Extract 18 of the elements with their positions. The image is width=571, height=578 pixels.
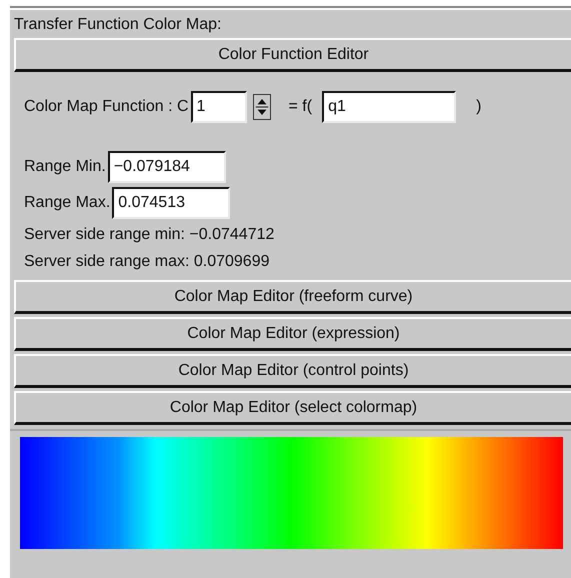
server-range-text: Server side range max: 0.0709699 bbox=[24, 252, 270, 272]
function-label: Color Map Function : C bbox=[24, 97, 189, 117]
range-label: Range Min. bbox=[24, 157, 106, 177]
equals-label: = f( bbox=[288, 97, 312, 117]
server-range-text: Server side range min: −0.0744712 bbox=[24, 225, 276, 245]
color-map-editor-button[interactable]: Color Map Editor (select colormap) bbox=[14, 391, 571, 425]
color-map-editor-button[interactable]: Color Map Editor (expression) bbox=[14, 317, 571, 351]
component-field[interactable]: 1 bbox=[190, 91, 247, 123]
variable-field[interactable]: q1 bbox=[322, 91, 456, 123]
spinner-icon[interactable] bbox=[252, 94, 271, 120]
color-map-editor-button[interactable]: Color Map Editor (freeform curve) bbox=[14, 280, 571, 314]
range-field[interactable]: 0.074513 bbox=[112, 187, 230, 219]
panel-title: Transfer Function Color Map: bbox=[14, 15, 222, 35]
color-map-editor-button[interactable]: Color Map Editor (control points) bbox=[14, 354, 571, 388]
range-field[interactable]: −0.079184 bbox=[108, 151, 226, 183]
close-paren: ) bbox=[476, 97, 482, 117]
color-function-editor-button[interactable]: Color Function Editor bbox=[14, 38, 571, 72]
range-label: Range Max. bbox=[24, 193, 110, 213]
